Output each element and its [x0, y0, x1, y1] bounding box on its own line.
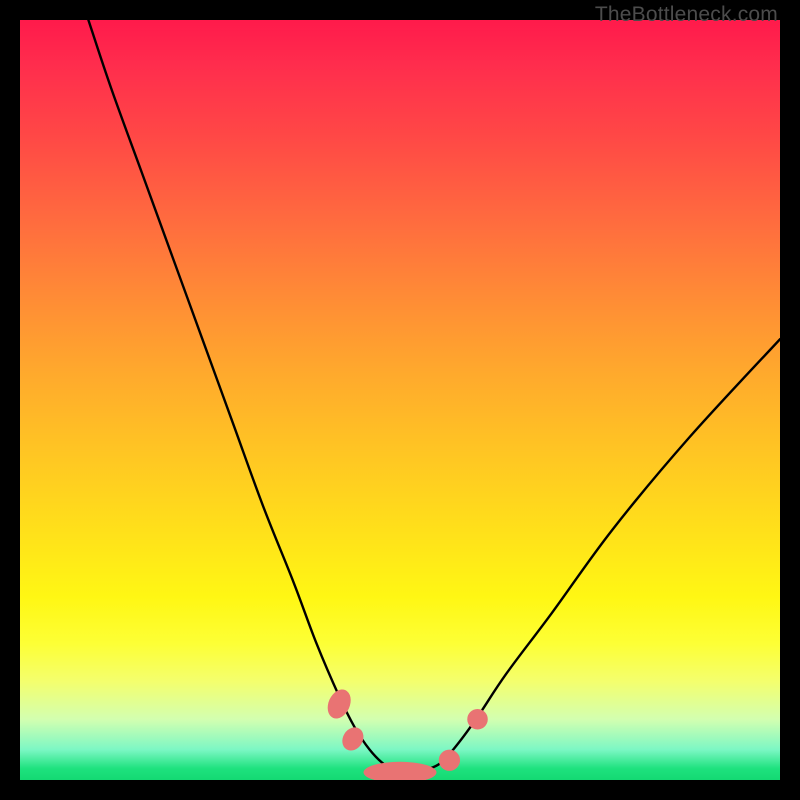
chart-svg	[20, 20, 780, 780]
curve-marker-3	[439, 750, 460, 771]
chart-frame: TheBottleneck.com	[0, 0, 800, 800]
curve-marker-0	[323, 686, 355, 722]
curve-marker-4	[467, 709, 488, 730]
chart-plot-area	[20, 20, 780, 780]
watermark-text: TheBottleneck.com	[595, 3, 778, 27]
curve-marker-1	[338, 723, 368, 754]
bottleneck-curve-path	[88, 20, 780, 773]
curve-marker-2	[364, 762, 437, 780]
marker-layer	[323, 686, 487, 780]
